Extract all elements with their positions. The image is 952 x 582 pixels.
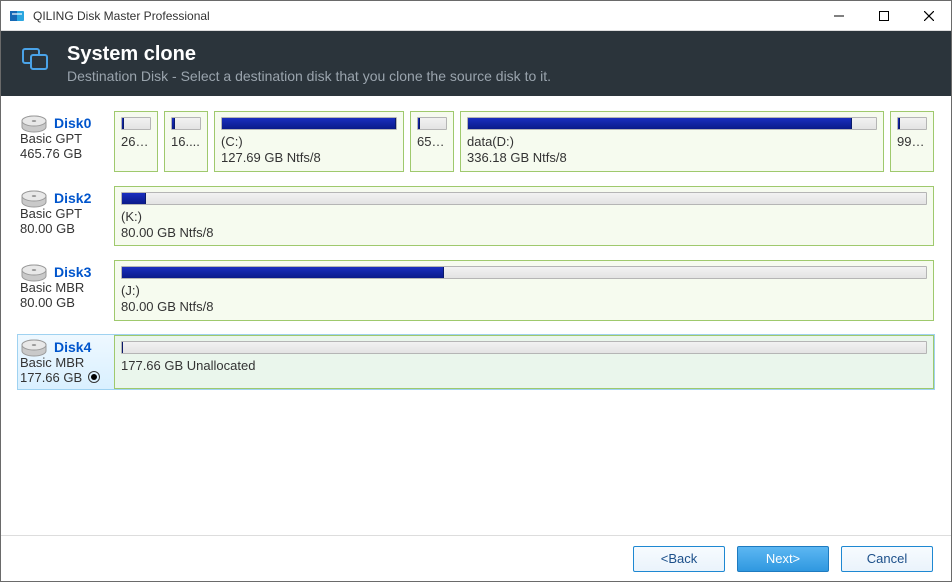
titlebar: QILING Disk Master Professional — [1, 1, 951, 31]
disk-row[interactable]: Disk2Basic GPT80.00 GB (K:)80.00 GB Ntfs… — [17, 185, 935, 248]
disk-info: Disk2Basic GPT80.00 GB — [18, 186, 114, 247]
partition[interactable]: 16.... — [164, 111, 208, 172]
usage-bar — [417, 117, 447, 130]
close-button[interactable] — [906, 1, 951, 30]
footer: <Back Next> Cancel — [1, 535, 951, 581]
disk-info: Disk0Basic GPT465.76 GB — [18, 111, 114, 172]
back-button[interactable]: <Back — [633, 546, 725, 572]
partition-strip: 260... 16.... (C:)127.69 GB Ntfs/8 653... da… — [114, 111, 934, 172]
usage-bar — [171, 117, 201, 130]
usage-bar — [467, 117, 877, 130]
header-text: System clone Destination Disk - Select a… — [67, 43, 551, 84]
partition-label: 16.... — [171, 134, 201, 150]
disk-size: 465.76 GB — [20, 146, 114, 161]
disk-row[interactable]: Disk0Basic GPT465.76 GB 260... 16.... (C:)… — [17, 110, 935, 173]
clone-icon — [21, 43, 51, 73]
partition-detail: 80.00 GB Ntfs/8 — [121, 299, 927, 315]
partition[interactable]: 177.66 GB Unallocated — [114, 335, 934, 390]
partition-label: 653... — [417, 134, 447, 150]
disk-list: Disk0Basic GPT465.76 GB 260... 16.... (C:)… — [1, 96, 951, 535]
page-header: System clone Destination Disk - Select a… — [1, 31, 951, 96]
partition-detail: 80.00 GB Ntfs/8 — [121, 225, 927, 241]
radio-selected-icon — [88, 371, 100, 383]
disk-name: Disk4 — [54, 339, 114, 355]
usage-bar — [121, 192, 927, 205]
partition[interactable]: data(D:)336.18 GB Ntfs/8 — [460, 111, 884, 172]
window-controls — [816, 1, 951, 30]
disk-size: 177.66 GB — [20, 370, 114, 386]
partition-label: (C:) — [221, 134, 397, 150]
app-title: QILING Disk Master Professional — [33, 9, 816, 23]
partition[interactable]: (C:)127.69 GB Ntfs/8 — [214, 111, 404, 172]
disk-row[interactable]: Disk4Basic MBR177.66 GB 177.66 GB Unallo… — [17, 334, 935, 391]
page-title: System clone — [67, 43, 551, 66]
partition-label: 995... — [897, 134, 927, 150]
disk-name: Disk3 — [54, 264, 114, 280]
disk-icon — [20, 339, 48, 364]
disk-info: Disk3Basic MBR80.00 GB — [18, 260, 114, 321]
disk-size: 80.00 GB — [20, 295, 114, 310]
partition[interactable]: (K:)80.00 GB Ntfs/8 — [114, 186, 934, 247]
usage-bar — [897, 117, 927, 130]
page-subtitle: Destination Disk - Select a destination … — [67, 68, 551, 84]
disk-name: Disk0 — [54, 115, 114, 131]
partition-strip: (J:)80.00 GB Ntfs/8 — [114, 260, 934, 321]
partition[interactable]: 260... — [114, 111, 158, 172]
partition-label: data(D:) — [467, 134, 877, 150]
maximize-button[interactable] — [861, 1, 906, 30]
disk-icon — [20, 190, 48, 215]
usage-bar — [121, 266, 927, 279]
usage-bar — [121, 117, 151, 130]
disk-name: Disk2 — [54, 190, 114, 206]
partition-label: 260... — [121, 134, 151, 150]
partition-label: (K:) — [121, 209, 927, 225]
next-button[interactable]: Next> — [737, 546, 829, 572]
partition-strip: (K:)80.00 GB Ntfs/8 — [114, 186, 934, 247]
cancel-button[interactable]: Cancel — [841, 546, 933, 572]
app-icon — [9, 8, 25, 24]
app-window: QILING Disk Master Professional System c… — [0, 0, 952, 582]
disk-icon — [20, 264, 48, 289]
partition-detail: 336.18 GB Ntfs/8 — [467, 150, 877, 166]
disk-row[interactable]: Disk3Basic MBR80.00 GB (J:)80.00 GB Ntfs… — [17, 259, 935, 322]
partition-label: (J:) — [121, 283, 927, 299]
partition-strip: 177.66 GB Unallocated — [114, 335, 934, 390]
partition-detail: 177.66 GB Unallocated — [121, 358, 927, 374]
disk-icon — [20, 115, 48, 140]
usage-bar — [221, 117, 397, 130]
disk-size: 80.00 GB — [20, 221, 114, 236]
usage-bar — [121, 341, 927, 354]
partition[interactable]: (J:)80.00 GB Ntfs/8 — [114, 260, 934, 321]
disk-info: Disk4Basic MBR177.66 GB — [18, 335, 114, 390]
minimize-button[interactable] — [816, 1, 861, 30]
partition[interactable]: 653... — [410, 111, 454, 172]
partition-detail: 127.69 GB Ntfs/8 — [221, 150, 397, 166]
partition[interactable]: 995... — [890, 111, 934, 172]
